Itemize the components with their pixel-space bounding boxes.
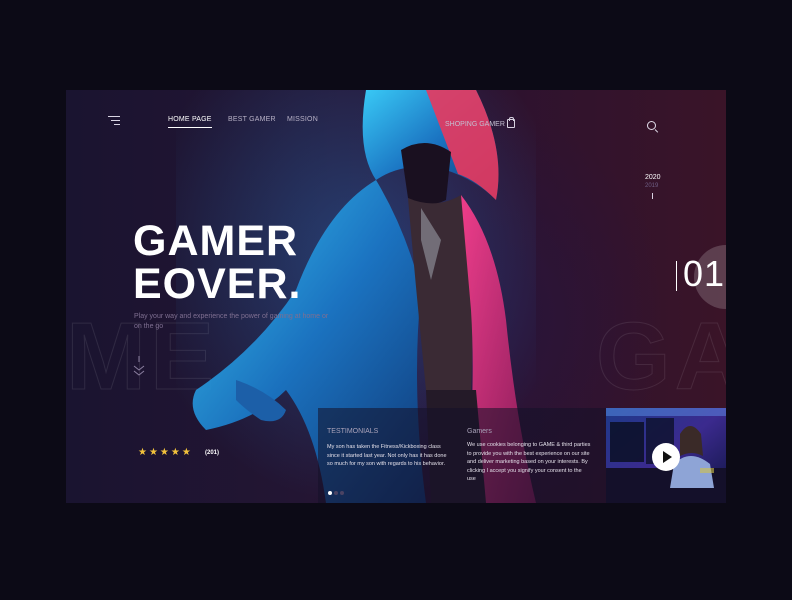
nav-home-page[interactable]: HOME PAGE <box>168 116 212 128</box>
pagination-dot-1[interactable] <box>328 491 332 495</box>
testimonials-text: My son has taken the Fitness/Kickboxing … <box>327 444 447 467</box>
background-word-right: GA <box>596 303 727 411</box>
scroll-down-icon[interactable] <box>132 356 146 380</box>
hero-title-line-1: GAMER <box>133 217 299 265</box>
hero-subtitle: Play your way and experience the power o… <box>134 313 329 330</box>
search-icon[interactable] <box>647 121 656 130</box>
rating-stars: ★★★★★ <box>138 447 193 458</box>
play-icon[interactable] <box>652 443 680 471</box>
hero-card: ME GA HOME PAGE BEST GAMER MISSION SHOPI… <box>66 90 726 503</box>
year-current[interactable]: 2020 <box>645 174 661 181</box>
hero-title: GAMER EOVER. <box>133 220 302 306</box>
gamers-title: Gamers <box>467 428 492 435</box>
year-previous[interactable]: 2019 <box>645 183 658 189</box>
menu-icon[interactable] <box>108 116 120 128</box>
year-indicator <box>652 193 653 199</box>
slide-divider <box>676 261 677 291</box>
pagination-dot-3[interactable] <box>340 491 344 495</box>
pagination-dot-2[interactable] <box>334 491 338 495</box>
testimonials-title: TESTIMONIALS <box>327 428 379 435</box>
hero-title-line-2: EOVER. <box>133 260 302 308</box>
shopping-bag-icon[interactable] <box>507 117 515 128</box>
slide-number: 01 <box>683 253 726 294</box>
rating-count: (201) <box>205 450 220 456</box>
shop-link[interactable]: SHOPING GAMER <box>445 121 505 128</box>
nav-best-gamer[interactable]: BEST GAMER <box>228 116 276 123</box>
nav-mission[interactable]: MISSION <box>287 116 318 123</box>
testimonial-pagination <box>328 482 346 500</box>
gamers-text: We use cookies belonging to GAME & third… <box>467 442 591 482</box>
